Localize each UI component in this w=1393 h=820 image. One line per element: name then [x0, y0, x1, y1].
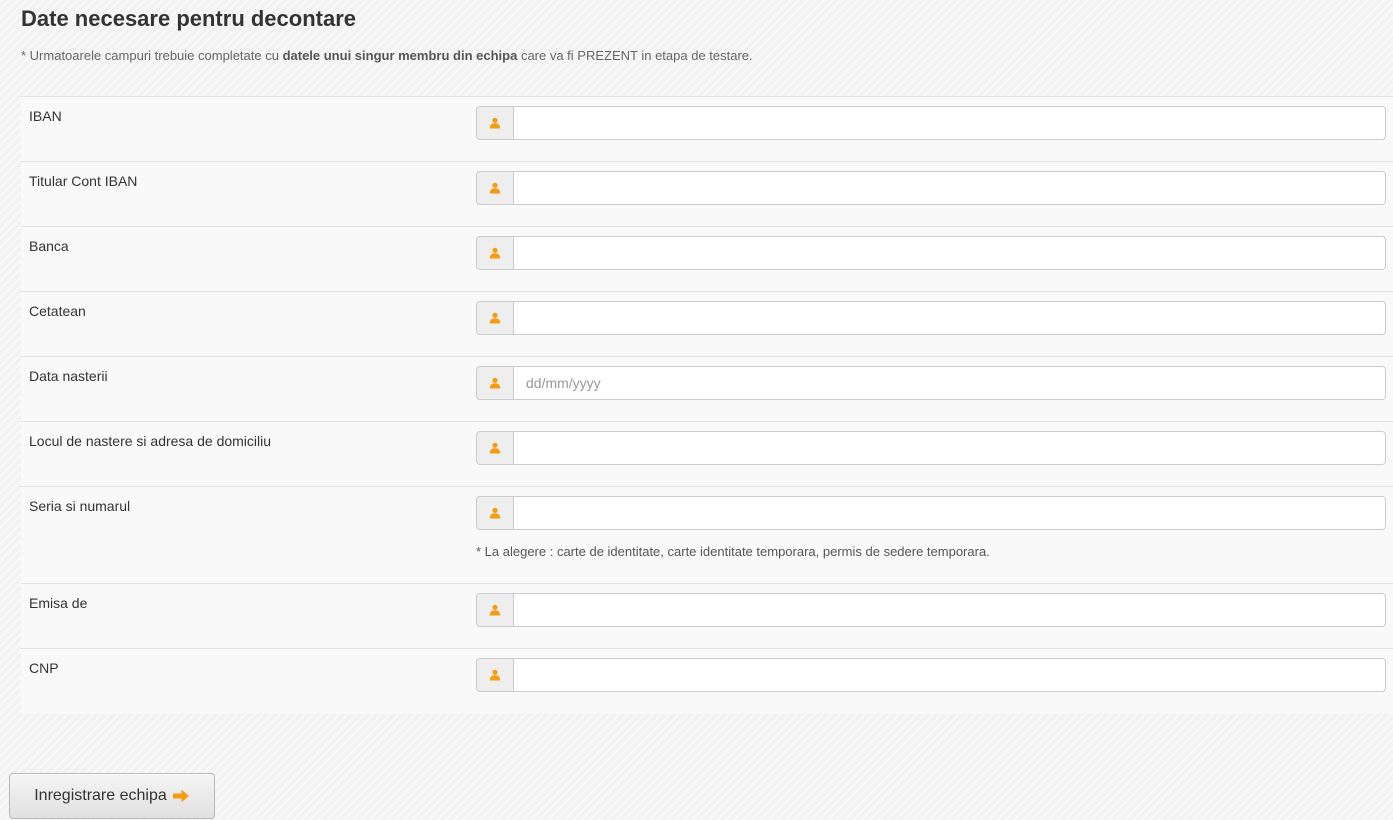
cnp-input[interactable] [513, 658, 1386, 692]
note-bold: datele unui singur membru din echipa [282, 48, 518, 63]
form-row-cnp: CNP [21, 648, 1393, 714]
user-icon [476, 366, 513, 400]
seria-si-numarul-help-text: * La alegere : carte de identitate, cart… [476, 544, 990, 559]
form-row-emisa-de: Emisa de [21, 583, 1393, 648]
user-icon [476, 301, 513, 335]
banca-label: Banca [29, 238, 69, 254]
user-icon [476, 496, 513, 530]
emisa-de-input-group [476, 593, 1386, 627]
form-row-titular-cont-iban: Titular Cont IBAN [21, 161, 1393, 226]
data-nasterii-input[interactable] [513, 366, 1386, 400]
form-row-cetatean: Cetatean [21, 291, 1393, 356]
banca-input-group [476, 236, 1386, 270]
note-suffix: care va fi PREZENT in etapa de testare. [517, 48, 753, 63]
cnp-input-group [476, 658, 1386, 692]
iban-input[interactable] [513, 106, 1386, 140]
banca-input[interactable] [513, 236, 1386, 270]
titular-cont-iban-input[interactable] [513, 171, 1386, 205]
form-row-seria-si-numarul: Seria si numarul * La alegere : carte de… [21, 486, 1393, 583]
seria-si-numarul-label: Seria si numarul [29, 498, 131, 514]
emisa-de-label: Emisa de [29, 595, 88, 611]
instructions-note: * Urmatoarele campuri trebuie completate… [21, 48, 753, 63]
cetatean-input[interactable] [513, 301, 1386, 335]
locul-de-nastere-input-group [476, 431, 1386, 465]
emisa-de-input[interactable] [513, 593, 1386, 627]
page-title: Date necesare pentru decontare [21, 6, 357, 31]
iban-label: IBAN [29, 108, 62, 124]
data-nasterii-input-group [476, 366, 1386, 400]
form-row-banca: Banca [21, 226, 1393, 291]
user-icon [476, 236, 513, 270]
seria-si-numarul-input[interactable] [513, 496, 1386, 530]
register-team-button-label: Inregistrare echipa [34, 787, 167, 804]
cetatean-label: Cetatean [29, 303, 86, 319]
user-icon [476, 106, 513, 140]
register-team-button[interactable]: Inregistrare echipa [9, 773, 215, 819]
billing-form: IBAN Titular Cont IBAN Banca Cetatean Da… [21, 96, 1393, 714]
form-row-locul-de-nastere: Locul de nastere si adresa de domiciliu [21, 421, 1393, 486]
user-icon [476, 171, 513, 205]
user-icon [476, 593, 513, 627]
note-prefix: * Urmatoarele campuri trebuie completate… [21, 48, 283, 63]
user-icon [476, 658, 513, 692]
locul-de-nastere-label: Locul de nastere si adresa de domiciliu [29, 433, 272, 449]
form-row-data-nasterii: Data nasterii [21, 356, 1393, 421]
titular-cont-iban-input-group [476, 171, 1386, 205]
arrow-right-icon [172, 789, 190, 803]
titular-cont-iban-label: Titular Cont IBAN [29, 173, 138, 189]
cetatean-input-group [476, 301, 1386, 335]
locul-de-nastere-input[interactable] [513, 431, 1386, 465]
seria-si-numarul-input-group [476, 496, 1386, 530]
user-icon [476, 431, 513, 465]
data-nasterii-label: Data nasterii [29, 368, 108, 384]
form-row-iban: IBAN [21, 96, 1393, 161]
cnp-label: CNP [29, 660, 59, 676]
iban-input-group [476, 106, 1386, 140]
